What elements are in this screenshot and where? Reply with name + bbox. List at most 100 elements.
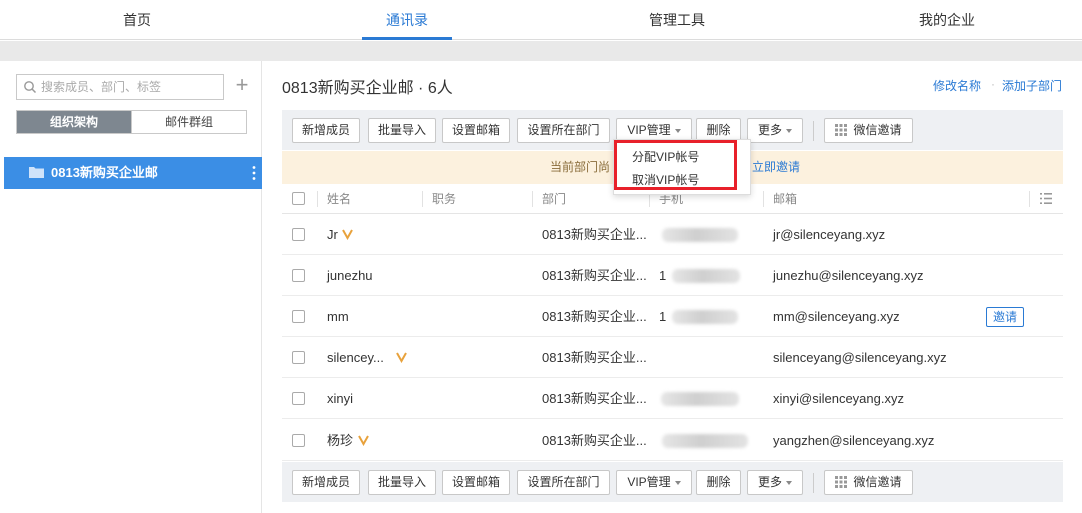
table-row[interactable]: junezhu 0813新购买企业... 1 junezhu@silenceya…	[282, 255, 1063, 296]
chevron-down-icon	[674, 128, 681, 133]
member-name[interactable]: xinyi	[327, 378, 353, 419]
table-row[interactable]: Jr 0813新购买企业... jr@silenceyang.xyz	[282, 214, 1063, 255]
page-title: 0813新购买企业邮 · 6人	[282, 80, 453, 97]
member-mobile: 1	[659, 309, 667, 324]
masked-mobile	[662, 434, 748, 448]
masked-mobile	[672, 310, 738, 324]
member-mobile: 1	[659, 268, 667, 283]
chevron-down-icon	[674, 480, 681, 485]
add-subdept-link[interactable]: 添加子部门	[1002, 77, 1062, 94]
member-dept: 0813新购买企业...	[542, 268, 647, 283]
set-mailbox-button[interactable]: 设置邮箱	[442, 118, 510, 143]
vip-manage-label: VIP管理	[627, 123, 671, 137]
vip-manage-label: VIP管理	[627, 475, 671, 489]
toolbar-divider	[813, 473, 814, 493]
header-gap	[0, 41, 1082, 61]
more-button[interactable]: 更多	[747, 470, 803, 495]
member-dept: 0813新购买企业...	[542, 309, 647, 324]
add-member-button[interactable]: 新增成员	[292, 470, 360, 495]
member-dept: 0813新购买企业...	[542, 433, 647, 448]
plus-icon[interactable]: +	[232, 74, 252, 96]
nav-contacts[interactable]: 通讯录	[362, 0, 452, 40]
invite-now-link[interactable]: 立即邀请	[752, 151, 800, 184]
vip-icon	[396, 352, 407, 363]
select-all-checkbox[interactable]	[292, 192, 305, 205]
vip-icon	[358, 435, 369, 446]
cancel-vip-menu-item[interactable]: 取消VIP帐号	[632, 171, 699, 188]
top-nav: 首页 通讯录 管理工具 我的企业	[0, 0, 1082, 40]
toolbar-bottom: 新增成员 批量导入 设置邮箱 设置所在部门 VIP管理 删除 更多 微信邀请	[282, 462, 1063, 502]
batch-import-button[interactable]: 批量导入	[368, 118, 436, 143]
column-dept[interactable]: 部门	[542, 184, 566, 214]
more-button[interactable]: 更多	[747, 118, 803, 143]
column-title[interactable]: 职务	[432, 184, 456, 214]
set-dept-button[interactable]: 设置所在部门	[517, 118, 610, 143]
tree-item-label: 0813新购买企业邮	[51, 165, 158, 180]
delete-button[interactable]: 删除	[696, 470, 741, 495]
column-divider	[532, 191, 533, 207]
more-label: 更多	[757, 475, 782, 489]
sidebar: + 组织架构 邮件群组 0813新购买企业邮	[0, 61, 262, 513]
member-dept: 0813新购买企业...	[542, 350, 647, 365]
add-member-button[interactable]: 新增成员	[292, 118, 360, 143]
column-divider	[422, 191, 423, 207]
sidebar-tabs: 组织架构 邮件群组	[16, 110, 247, 134]
member-email: silenceyang@silenceyang.xyz	[773, 350, 947, 365]
tree-item-dept[interactable]: 0813新购买企业邮	[4, 157, 262, 189]
vip-manage-button[interactable]: VIP管理	[616, 470, 692, 495]
search-input[interactable]	[41, 78, 219, 96]
nav-admin-tools[interactable]: 管理工具	[632, 0, 722, 40]
table-row[interactable]: 杨珍 0813新购买企业... yangzhen@silenceyang.xyz	[282, 420, 1063, 461]
search-box[interactable]	[16, 74, 224, 100]
set-mailbox-button[interactable]: 设置邮箱	[442, 470, 510, 495]
masked-mobile	[661, 392, 739, 406]
masked-mobile	[662, 228, 738, 242]
member-email: junezhu@silenceyang.xyz	[773, 268, 924, 283]
tab-mail-groups[interactable]: 邮件群组	[131, 111, 246, 133]
row-checkbox[interactable]	[292, 392, 305, 405]
table-row[interactable]: silencey... 0813新购买企业... silenceyang@sil…	[282, 337, 1063, 378]
wechat-invite-button[interactable]: 微信邀请	[824, 470, 913, 495]
folder-icon	[29, 167, 44, 178]
member-name[interactable]: 杨珍	[327, 420, 353, 461]
wechat-invite-button[interactable]: 微信邀请	[824, 118, 913, 143]
nav-active-indicator	[362, 37, 452, 40]
row-checkbox[interactable]	[292, 351, 305, 364]
column-settings-icon[interactable]	[1040, 193, 1052, 204]
row-checkbox[interactable]	[292, 269, 305, 282]
chevron-down-icon	[786, 128, 792, 133]
nav-my-company[interactable]: 我的企业	[902, 0, 992, 40]
table-row[interactable]: mm 0813新购买企业... 1 mm@silenceyang.xyz 邀请	[282, 296, 1063, 337]
vip-dropdown-menu: 分配VIP帐号 取消VIP帐号	[613, 139, 751, 195]
member-name[interactable]: Jr	[327, 214, 338, 255]
toolbar-divider	[813, 121, 814, 141]
member-email: jr@silenceyang.xyz	[773, 227, 886, 242]
tab-org-structure[interactable]: 组织架构	[17, 111, 131, 133]
column-divider	[763, 191, 764, 207]
rename-link[interactable]: 修改名称	[933, 77, 981, 94]
member-dept: 0813新购买企业...	[542, 391, 647, 406]
wechat-invite-label: 微信邀请	[853, 123, 902, 137]
assign-vip-menu-item[interactable]: 分配VIP帐号	[632, 148, 699, 165]
more-vertical-icon[interactable]	[252, 165, 256, 181]
member-dept: 0813新购买企业...	[542, 227, 647, 242]
column-email[interactable]: 邮箱	[773, 184, 797, 214]
link-separator: ·	[991, 77, 995, 91]
row-checkbox[interactable]	[292, 228, 305, 241]
qr-grid-icon	[835, 476, 848, 488]
nav-home[interactable]: 首页	[92, 0, 182, 40]
member-name[interactable]: junezhu	[327, 255, 373, 296]
wechat-invite-label: 微信邀请	[853, 475, 902, 489]
column-name[interactable]: 姓名	[327, 184, 351, 214]
row-checkbox[interactable]	[292, 310, 305, 323]
vip-icon	[342, 229, 353, 240]
invite-button[interactable]: 邀请	[986, 307, 1024, 327]
chevron-down-icon	[786, 480, 792, 485]
set-dept-button[interactable]: 设置所在部门	[517, 470, 610, 495]
member-name[interactable]: mm	[327, 296, 349, 337]
batch-import-button[interactable]: 批量导入	[368, 470, 436, 495]
table-row[interactable]: xinyi 0813新购买企业... xinyi@silenceyang.xyz	[282, 378, 1063, 419]
row-checkbox[interactable]	[292, 434, 305, 447]
member-name[interactable]: silencey...	[327, 337, 384, 378]
member-email: mm@silenceyang.xyz	[773, 309, 900, 324]
